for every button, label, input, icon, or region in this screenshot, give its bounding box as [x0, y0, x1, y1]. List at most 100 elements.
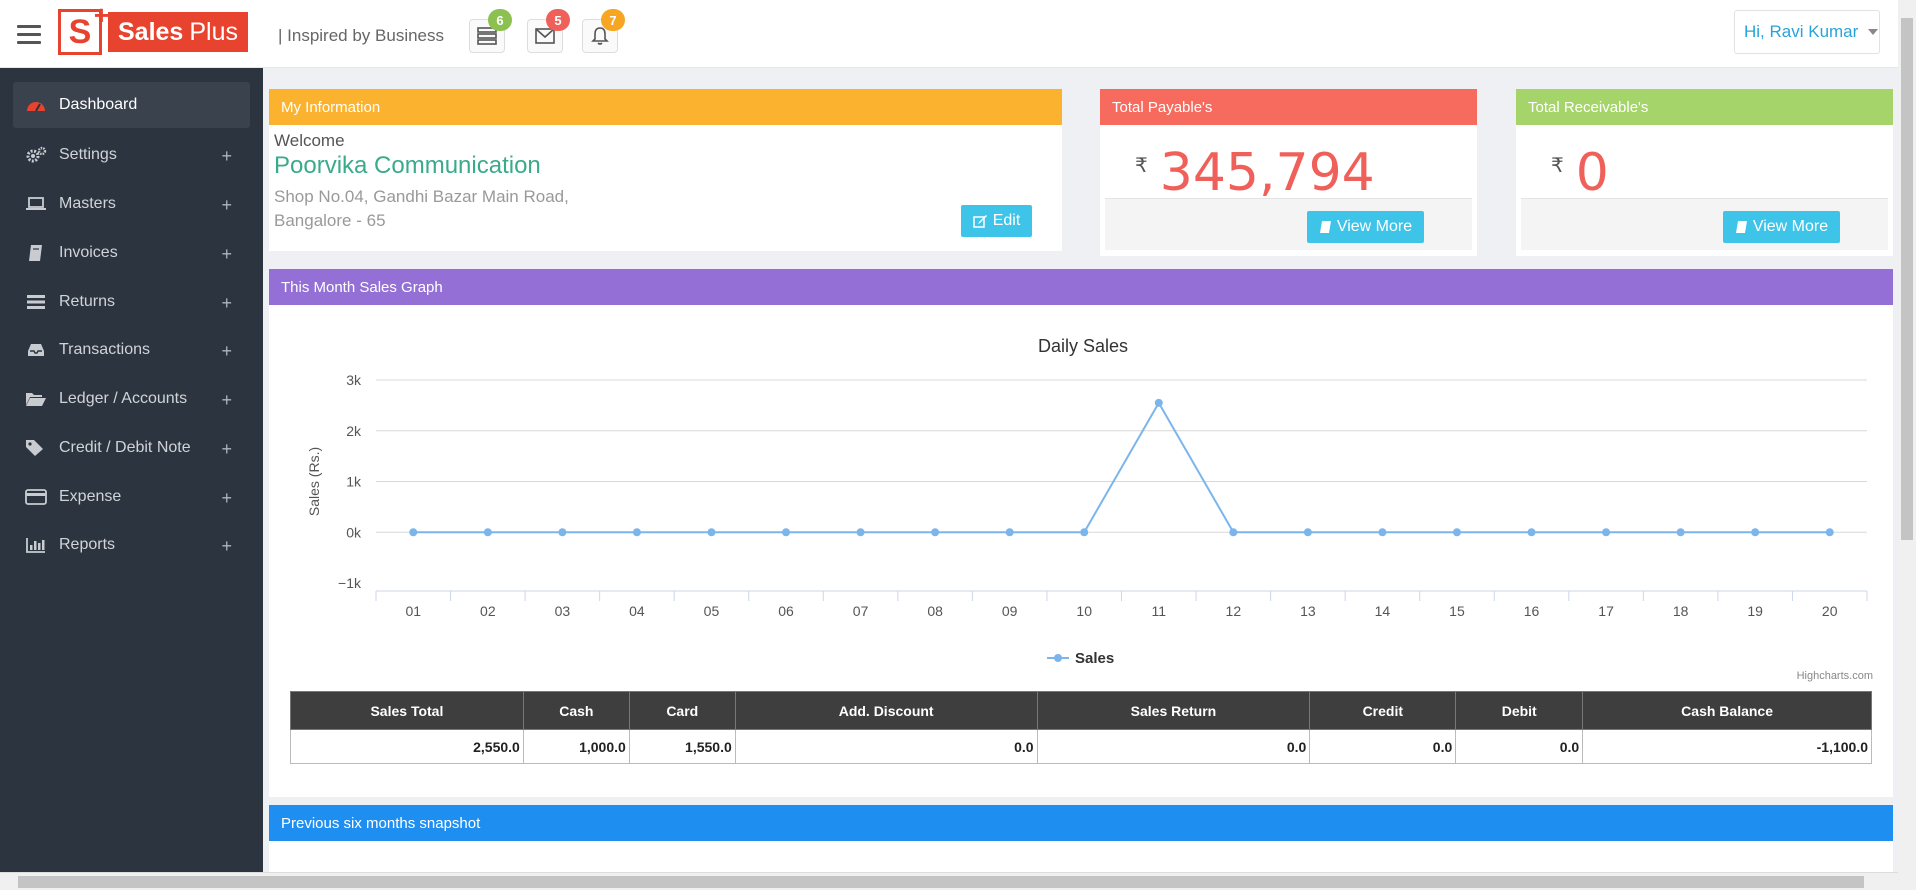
- folder-open-icon: [25, 390, 47, 408]
- inbox-icon: [25, 341, 47, 359]
- expand-icon[interactable]: +: [221, 146, 232, 167]
- edit-label: Edit: [992, 212, 1021, 229]
- sidebar-item-ledger-accounts[interactable]: Ledger / Accounts +: [13, 376, 250, 422]
- total-receivable-panel: Total Receivable's ₹ 0 View More: [1516, 89, 1893, 256]
- data-point: [632, 528, 641, 537]
- server-notification-button[interactable]: 6: [469, 9, 512, 53]
- tagline: | Inspired by Business: [278, 26, 444, 45]
- chart-credits: Highcharts.com: [1797, 670, 1873, 682]
- x-tick-label: 14: [1375, 603, 1391, 619]
- gears-icon: [25, 146, 47, 164]
- chevron-down-icon: [1868, 29, 1879, 35]
- receivable-amount: 0: [1575, 143, 1609, 203]
- column-header: Card: [628, 691, 736, 730]
- app-logo[interactable]: S + Sales Plus: [58, 0, 248, 56]
- column-header: Add. Discount: [734, 691, 1038, 730]
- table-cell: 0.0: [1455, 729, 1584, 764]
- sidebar-item-settings[interactable]: Settings +: [13, 132, 250, 178]
- table-cell: 1,000.0: [522, 729, 630, 764]
- x-tick-label: 09: [1002, 603, 1018, 619]
- edit-icon: [972, 215, 987, 228]
- chart-svg: Daily Sales −1k 0k 1k 2k 3k Sales (Rs.) 01 02 03 0…: [306, 336, 1873, 682]
- data-point: [1154, 398, 1163, 407]
- sidebar-item-dashboard[interactable]: Dashboard: [13, 82, 250, 128]
- column-header: Cash: [522, 691, 630, 730]
- sidebar-item-label: Settings: [59, 146, 117, 163]
- x-tick-label: 12: [1226, 603, 1242, 619]
- company-name: Poorvika Communication: [274, 152, 541, 179]
- vertical-scrollbar[interactable]: [1898, 0, 1916, 890]
- data-point: [782, 528, 791, 537]
- hamburger-menu-icon[interactable]: [17, 25, 41, 45]
- x-tick-label: 05: [704, 603, 720, 619]
- table-cell: 0.0: [1036, 729, 1311, 764]
- dashboard-icon: [25, 96, 47, 114]
- alerts-notification-button[interactable]: 7: [582, 9, 625, 53]
- scrollbar-thumb[interactable]: [1901, 18, 1913, 540]
- expand-icon[interactable]: +: [221, 536, 232, 557]
- table-cell: 0.0: [734, 729, 1038, 764]
- scrollbar-thumb[interactable]: [18, 876, 1864, 888]
- x-tick-label: 02: [480, 603, 496, 619]
- expand-icon[interactable]: +: [221, 341, 232, 362]
- data-point: [1378, 528, 1387, 537]
- column-header: Debit: [1455, 691, 1584, 730]
- logo-mark: S +: [58, 0, 109, 55]
- sidebar-item-label: Masters: [59, 195, 116, 212]
- daily-sales-chart: Daily Sales −1k 0k 1k 2k 3k Sales (Rs.) 01 02 03 0…: [269, 305, 1893, 687]
- x-tick-label: 16: [1524, 603, 1540, 619]
- laptop-icon: [25, 195, 47, 213]
- messages-notification-button[interactable]: 5: [527, 9, 570, 53]
- envelope-icon: [535, 28, 555, 44]
- expand-icon[interactable]: +: [221, 439, 232, 460]
- book-icon: [1319, 221, 1331, 233]
- notification-badge: 6: [488, 9, 512, 31]
- sidebar-item-transactions[interactable]: Transactions +: [13, 327, 250, 373]
- sidebar-item-credit-debit-note[interactable]: Credit / Debit Note +: [13, 425, 250, 471]
- receivable-view-more-button[interactable]: View More: [1723, 211, 1840, 243]
- expand-icon[interactable]: +: [221, 390, 232, 411]
- sidebar-item-masters[interactable]: Masters +: [13, 181, 250, 227]
- x-tick-label: 10: [1076, 603, 1092, 619]
- sidebar-item-invoices[interactable]: Invoices +: [13, 230, 250, 276]
- table-cell: 1,550.0: [628, 729, 736, 764]
- receivable-amount-row: ₹ 0: [1551, 143, 1609, 203]
- expand-icon[interactable]: +: [221, 195, 232, 216]
- sidebar-item-reports[interactable]: Reports +: [13, 522, 250, 568]
- y-tick-label: 0k: [346, 524, 362, 540]
- x-tick-label: 17: [1598, 603, 1614, 619]
- x-tick-label: 19: [1747, 603, 1763, 619]
- data-point: [1303, 528, 1312, 537]
- panel-title: Total Receivable's: [1516, 89, 1893, 125]
- table-cell: 0.0: [1309, 729, 1457, 764]
- view-more-label: View More: [1752, 218, 1829, 235]
- sidebar-item-returns[interactable]: Returns +: [13, 279, 250, 325]
- x-tick-label: 04: [629, 603, 645, 619]
- book-icon: [25, 244, 47, 262]
- data-point: [1751, 528, 1760, 537]
- data-point: [707, 528, 716, 537]
- horizontal-scrollbar[interactable]: [0, 872, 1898, 890]
- payable-amount-row: ₹ 345,794: [1135, 143, 1375, 203]
- expand-icon[interactable]: +: [221, 293, 232, 314]
- table-cell: 2,550.0: [290, 729, 524, 764]
- snapshot-panel: Previous six months snapshot: [269, 805, 1893, 872]
- user-menu-dropdown[interactable]: Hi, Ravi Kumar: [1734, 10, 1880, 54]
- x-tick-label: 03: [555, 603, 571, 619]
- edit-button[interactable]: Edit: [961, 205, 1032, 237]
- column-header: Sales Return: [1036, 691, 1311, 730]
- list-icon: [25, 293, 47, 311]
- expand-icon[interactable]: +: [221, 488, 232, 509]
- y-axis-label: Sales (Rs.): [306, 447, 322, 516]
- panel-title: My Information: [269, 89, 1062, 125]
- sidebar-item-label: Returns: [59, 293, 116, 310]
- y-tick-label: 1k: [346, 474, 362, 490]
- sidebar: Dashboard Settings + Masters + Invoices …: [0, 68, 263, 872]
- data-point: [1080, 528, 1089, 537]
- data-point: [1602, 528, 1611, 537]
- payable-view-more-button[interactable]: View More: [1307, 211, 1424, 243]
- sidebar-item-expense[interactable]: Expense +: [13, 474, 250, 520]
- expand-icon[interactable]: +: [221, 244, 232, 265]
- welcome-label: Welcome: [274, 131, 345, 150]
- total-payable-panel: Total Payable's ₹ 345,794 View More: [1100, 89, 1477, 256]
